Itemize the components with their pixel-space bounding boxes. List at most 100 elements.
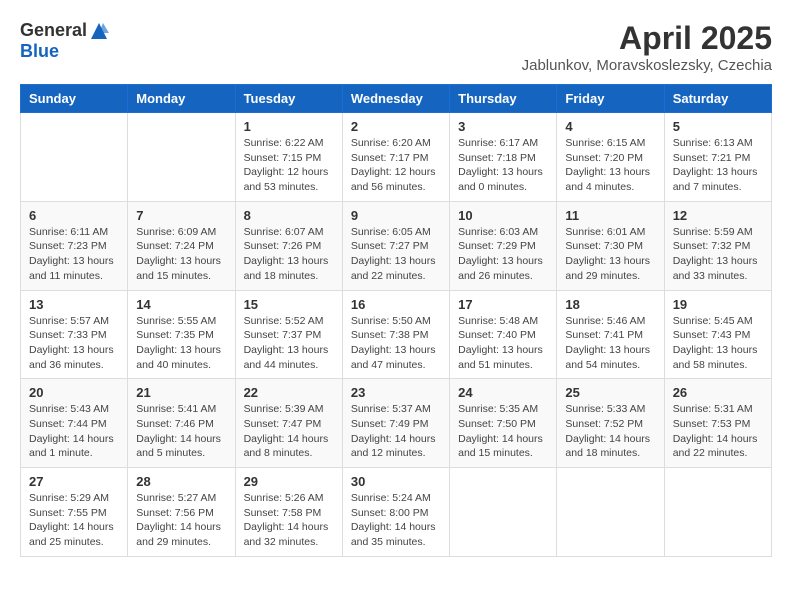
calendar-cell: 30Sunrise: 5:24 AM Sunset: 8:00 PM Dayli… xyxy=(342,468,449,557)
calendar-cell: 13 Sunrise: 5:57 AM Sunset: 7:33 PM Dayli… xyxy=(21,290,128,379)
day-number: 23 xyxy=(351,385,441,400)
calendar-cell: 18 Sunrise: 5:46 AM Sunset: 7:41 PM Dayli… xyxy=(557,290,664,379)
day-number: 24 xyxy=(458,385,548,400)
calendar-week-row: 27Sunrise: 5:29 AM Sunset: 7:55 PM Dayli… xyxy=(21,468,772,557)
calendar-cell: 19 Sunrise: 5:45 AM Sunset: 7:43 PM Dayli… xyxy=(664,290,771,379)
calendar-table: SundayMondayTuesdayWednesdayThursdayFrid… xyxy=(20,84,772,557)
day-info: Sunrise: 6:05 AM Sunset: 7:27 PM Dayligh… xyxy=(351,225,441,284)
calendar-week-row: 13 Sunrise: 5:57 AM Sunset: 7:33 PM Dayli… xyxy=(21,290,772,379)
day-info: Sunrise: 5:45 AM Sunset: 7:43 PM Dayligh… xyxy=(673,314,763,373)
day-number: 2 xyxy=(351,119,441,134)
day-info: Sunrise: 5:27 AM Sunset: 7:56 PM Dayligh… xyxy=(136,491,226,550)
logo-general-text: General xyxy=(20,20,87,41)
calendar-cell: 9Sunrise: 6:05 AM Sunset: 7:27 PM Daylig… xyxy=(342,201,449,290)
calendar-cell: 29 Sunrise: 5:26 AM Sunset: 7:58 PM Dayli… xyxy=(235,468,342,557)
day-info: Sunrise: 5:57 AM Sunset: 7:33 PM Dayligh… xyxy=(29,314,119,373)
day-info: Sunrise: 6:15 AM Sunset: 7:20 PM Dayligh… xyxy=(565,136,655,195)
month-title: April 2025 xyxy=(522,20,772,57)
calendar-cell xyxy=(21,113,128,202)
calendar-cell: 21Sunrise: 5:41 AM Sunset: 7:46 PM Dayli… xyxy=(128,379,235,468)
day-number: 5 xyxy=(673,119,763,134)
day-number: 10 xyxy=(458,208,548,223)
logo-icon xyxy=(89,21,109,41)
day-info: Sunrise: 5:35 AM Sunset: 7:50 PM Dayligh… xyxy=(458,402,548,461)
calendar-cell: 7 Sunrise: 6:09 AM Sunset: 7:24 PM Daylig… xyxy=(128,201,235,290)
day-number: 14 xyxy=(136,297,226,312)
calendar-cell: 23 Sunrise: 5:37 AM Sunset: 7:49 PM Dayli… xyxy=(342,379,449,468)
weekday-header-friday: Friday xyxy=(557,85,664,113)
day-info: Sunrise: 5:37 AM Sunset: 7:49 PM Dayligh… xyxy=(351,402,441,461)
day-number: 25 xyxy=(565,385,655,400)
calendar-cell: 17 Sunrise: 5:48 AM Sunset: 7:40 PM Dayli… xyxy=(450,290,557,379)
calendar-cell: 4 Sunrise: 6:15 AM Sunset: 7:20 PM Daylig… xyxy=(557,113,664,202)
calendar-cell: 1 Sunrise: 6:22 AM Sunset: 7:15 PM Daylig… xyxy=(235,113,342,202)
day-info: Sunrise: 5:59 AM Sunset: 7:32 PM Dayligh… xyxy=(673,225,763,284)
day-number: 12 xyxy=(673,208,763,223)
day-number: 7 xyxy=(136,208,226,223)
calendar-cell: 15Sunrise: 5:52 AM Sunset: 7:37 PM Dayli… xyxy=(235,290,342,379)
day-info: Sunrise: 5:43 AM Sunset: 7:44 PM Dayligh… xyxy=(29,402,119,461)
calendar-cell: 20 Sunrise: 5:43 AM Sunset: 7:44 PM Dayli… xyxy=(21,379,128,468)
day-number: 16 xyxy=(351,297,441,312)
calendar-cell: 2 Sunrise: 6:20 AM Sunset: 7:17 PM Daylig… xyxy=(342,113,449,202)
day-info: Sunrise: 6:03 AM Sunset: 7:29 PM Dayligh… xyxy=(458,225,548,284)
day-number: 17 xyxy=(458,297,548,312)
day-number: 1 xyxy=(244,119,334,134)
page-header: General Blue April 2025 Jablunkov, Morav… xyxy=(20,20,772,74)
day-info: Sunrise: 5:48 AM Sunset: 7:40 PM Dayligh… xyxy=(458,314,548,373)
calendar-cell: 26 Sunrise: 5:31 AM Sunset: 7:53 PM Dayli… xyxy=(664,379,771,468)
day-number: 20 xyxy=(29,385,119,400)
day-info: Sunrise: 5:26 AM Sunset: 7:58 PM Dayligh… xyxy=(244,491,334,550)
day-number: 4 xyxy=(565,119,655,134)
calendar-cell: 27Sunrise: 5:29 AM Sunset: 7:55 PM Dayli… xyxy=(21,468,128,557)
weekday-header-tuesday: Tuesday xyxy=(235,85,342,113)
logo: General Blue xyxy=(20,20,109,62)
calendar-cell: 28Sunrise: 5:27 AM Sunset: 7:56 PM Dayli… xyxy=(128,468,235,557)
day-info: Sunrise: 6:22 AM Sunset: 7:15 PM Dayligh… xyxy=(244,136,334,195)
day-number: 13 xyxy=(29,297,119,312)
calendar-cell: 25 Sunrise: 5:33 AM Sunset: 7:52 PM Dayli… xyxy=(557,379,664,468)
calendar-cell: 12 Sunrise: 5:59 AM Sunset: 7:32 PM Dayli… xyxy=(664,201,771,290)
calendar-week-row: 20 Sunrise: 5:43 AM Sunset: 7:44 PM Dayli… xyxy=(21,379,772,468)
day-number: 18 xyxy=(565,297,655,312)
day-info: Sunrise: 6:01 AM Sunset: 7:30 PM Dayligh… xyxy=(565,225,655,284)
day-info: Sunrise: 5:33 AM Sunset: 7:52 PM Dayligh… xyxy=(565,402,655,461)
day-info: Sunrise: 5:50 AM Sunset: 7:38 PM Dayligh… xyxy=(351,314,441,373)
day-number: 19 xyxy=(673,297,763,312)
day-info: Sunrise: 5:46 AM Sunset: 7:41 PM Dayligh… xyxy=(565,314,655,373)
day-number: 29 xyxy=(244,474,334,489)
calendar-cell xyxy=(450,468,557,557)
day-number: 26 xyxy=(673,385,763,400)
day-number: 22 xyxy=(244,385,334,400)
calendar-cell xyxy=(557,468,664,557)
day-number: 3 xyxy=(458,119,548,134)
day-info: Sunrise: 5:55 AM Sunset: 7:35 PM Dayligh… xyxy=(136,314,226,373)
day-number: 11 xyxy=(565,208,655,223)
calendar-cell: 24 Sunrise: 5:35 AM Sunset: 7:50 PM Dayli… xyxy=(450,379,557,468)
title-section: April 2025 Jablunkov, Moravskoslezsky, C… xyxy=(522,20,772,74)
day-info: Sunrise: 6:07 AM Sunset: 7:26 PM Dayligh… xyxy=(244,225,334,284)
day-info: Sunrise: 5:31 AM Sunset: 7:53 PM Dayligh… xyxy=(673,402,763,461)
logo-blue-text: Blue xyxy=(20,41,59,62)
day-info: Sunrise: 5:24 AM Sunset: 8:00 PM Dayligh… xyxy=(351,491,441,550)
calendar-cell: 11 Sunrise: 6:01 AM Sunset: 7:30 PM Dayli… xyxy=(557,201,664,290)
weekday-header-sunday: Sunday xyxy=(21,85,128,113)
day-info: Sunrise: 6:09 AM Sunset: 7:24 PM Dayligh… xyxy=(136,225,226,284)
calendar-cell: 6 Sunrise: 6:11 AM Sunset: 7:23 PM Daylig… xyxy=(21,201,128,290)
day-number: 15 xyxy=(244,297,334,312)
day-info: Sunrise: 6:20 AM Sunset: 7:17 PM Dayligh… xyxy=(351,136,441,195)
calendar-cell: 16 Sunrise: 5:50 AM Sunset: 7:38 PM Dayli… xyxy=(342,290,449,379)
calendar-cell xyxy=(664,468,771,557)
calendar-week-row: 1 Sunrise: 6:22 AM Sunset: 7:15 PM Daylig… xyxy=(21,113,772,202)
calendar-cell: 14 Sunrise: 5:55 AM Sunset: 7:35 PM Dayli… xyxy=(128,290,235,379)
day-number: 27 xyxy=(29,474,119,489)
day-info: Sunrise: 6:17 AM Sunset: 7:18 PM Dayligh… xyxy=(458,136,548,195)
calendar-week-row: 6 Sunrise: 6:11 AM Sunset: 7:23 PM Daylig… xyxy=(21,201,772,290)
day-number: 6 xyxy=(29,208,119,223)
day-info: Sunrise: 6:11 AM Sunset: 7:23 PM Dayligh… xyxy=(29,225,119,284)
day-number: 21 xyxy=(136,385,226,400)
location-text: Jablunkov, Moravskoslezsky, Czechia xyxy=(522,57,772,74)
weekday-header-monday: Monday xyxy=(128,85,235,113)
calendar-cell: 3 Sunrise: 6:17 AM Sunset: 7:18 PM Daylig… xyxy=(450,113,557,202)
weekday-header-thursday: Thursday xyxy=(450,85,557,113)
